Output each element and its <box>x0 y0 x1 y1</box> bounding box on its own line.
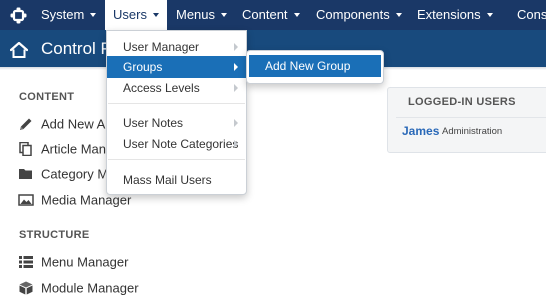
top-navbar: System Users Menus Content Components Ex… <box>0 0 546 30</box>
nav-configuration-label: Cons <box>517 7 546 22</box>
joomla-logo-icon[interactable] <box>10 7 27 24</box>
menu-item-user-notes[interactable]: User Notes <box>107 112 246 134</box>
nav-menus-label: Menus <box>176 7 216 22</box>
menu-item-user-note-categories[interactable]: User Note Categories <box>107 133 246 155</box>
chevron-down-icon <box>152 12 159 17</box>
nav-menus[interactable]: Menus <box>176 0 228 30</box>
menu-item-add-new-group[interactable]: Add New Group <box>249 55 381 77</box>
nav-system-label: System <box>41 7 85 22</box>
structure-section-title: STRUCTURE <box>19 229 90 241</box>
menu-item-label: User Notes <box>123 116 184 130</box>
nav-users[interactable]: Users <box>105 0 167 30</box>
logged-in-user-link[interactable]: James <box>402 124 439 138</box>
menu-item-user-manager[interactable]: User Manager <box>107 36 246 58</box>
menu-item-label: Access Levels <box>123 81 200 95</box>
home-icon[interactable] <box>10 42 28 58</box>
copy-icon <box>19 141 32 156</box>
nav-content[interactable]: Content <box>242 0 300 30</box>
nav-users-label: Users <box>113 7 147 22</box>
menu-manager-link[interactable]: Menu Manager <box>18 252 128 272</box>
logged-in-users-title: LOGGED-IN USERS <box>408 96 516 108</box>
chevron-down-icon <box>90 12 97 17</box>
logged-in-users-panel: LOGGED-IN USERS James Administration <box>387 87 546 153</box>
chevron-right-icon <box>234 119 238 127</box>
users-dropdown-menu: User Manager Groups Access Levels User N… <box>106 30 247 195</box>
cube-icon <box>19 281 33 295</box>
nav-components[interactable]: Components <box>316 0 402 30</box>
pencil-icon <box>20 118 32 130</box>
chevron-down-icon <box>486 12 493 17</box>
menu-item-label: User Manager <box>123 40 200 54</box>
menu-item-label: Mass Mail Users <box>123 173 212 187</box>
nav-extensions[interactable]: Extensions <box>417 0 493 30</box>
panel-divider <box>396 117 546 118</box>
chevron-down-icon <box>221 12 228 17</box>
chevron-right-icon <box>234 63 238 71</box>
chevron-right-icon <box>234 43 238 51</box>
nav-components-label: Components <box>316 7 390 22</box>
menu-item-label: Groups <box>123 60 163 74</box>
image-icon <box>18 193 34 206</box>
chevron-right-icon <box>234 140 238 148</box>
module-manager-link[interactable]: Module Manager <box>18 278 139 298</box>
list-icon <box>19 255 33 268</box>
menu-item-access-levels[interactable]: Access Levels <box>107 77 246 99</box>
nav-extensions-label: Extensions <box>417 7 481 22</box>
menu-item-groups[interactable]: Groups <box>107 56 246 78</box>
chevron-right-icon <box>234 84 238 92</box>
menu-divider <box>108 103 245 104</box>
module-manager-label: Module Manager <box>41 280 139 296</box>
chevron-down-icon <box>293 12 300 17</box>
menu-item-label: User Note Categories <box>123 137 239 151</box>
nav-content-label: Content <box>242 7 288 22</box>
menu-divider <box>108 159 245 160</box>
menu-manager-label: Menu Manager <box>41 254 129 270</box>
content-section-title: CONTENT <box>19 91 75 103</box>
groups-submenu: Add New Group <box>246 50 384 84</box>
menu-item-mass-mail-users[interactable]: Mass Mail Users <box>107 169 246 191</box>
nav-system[interactable]: System <box>41 0 97 30</box>
folder-icon <box>19 168 32 179</box>
chevron-down-icon <box>395 12 402 17</box>
nav-configuration[interactable]: Cons <box>517 0 546 30</box>
logged-in-user-role: Administration <box>442 126 503 137</box>
